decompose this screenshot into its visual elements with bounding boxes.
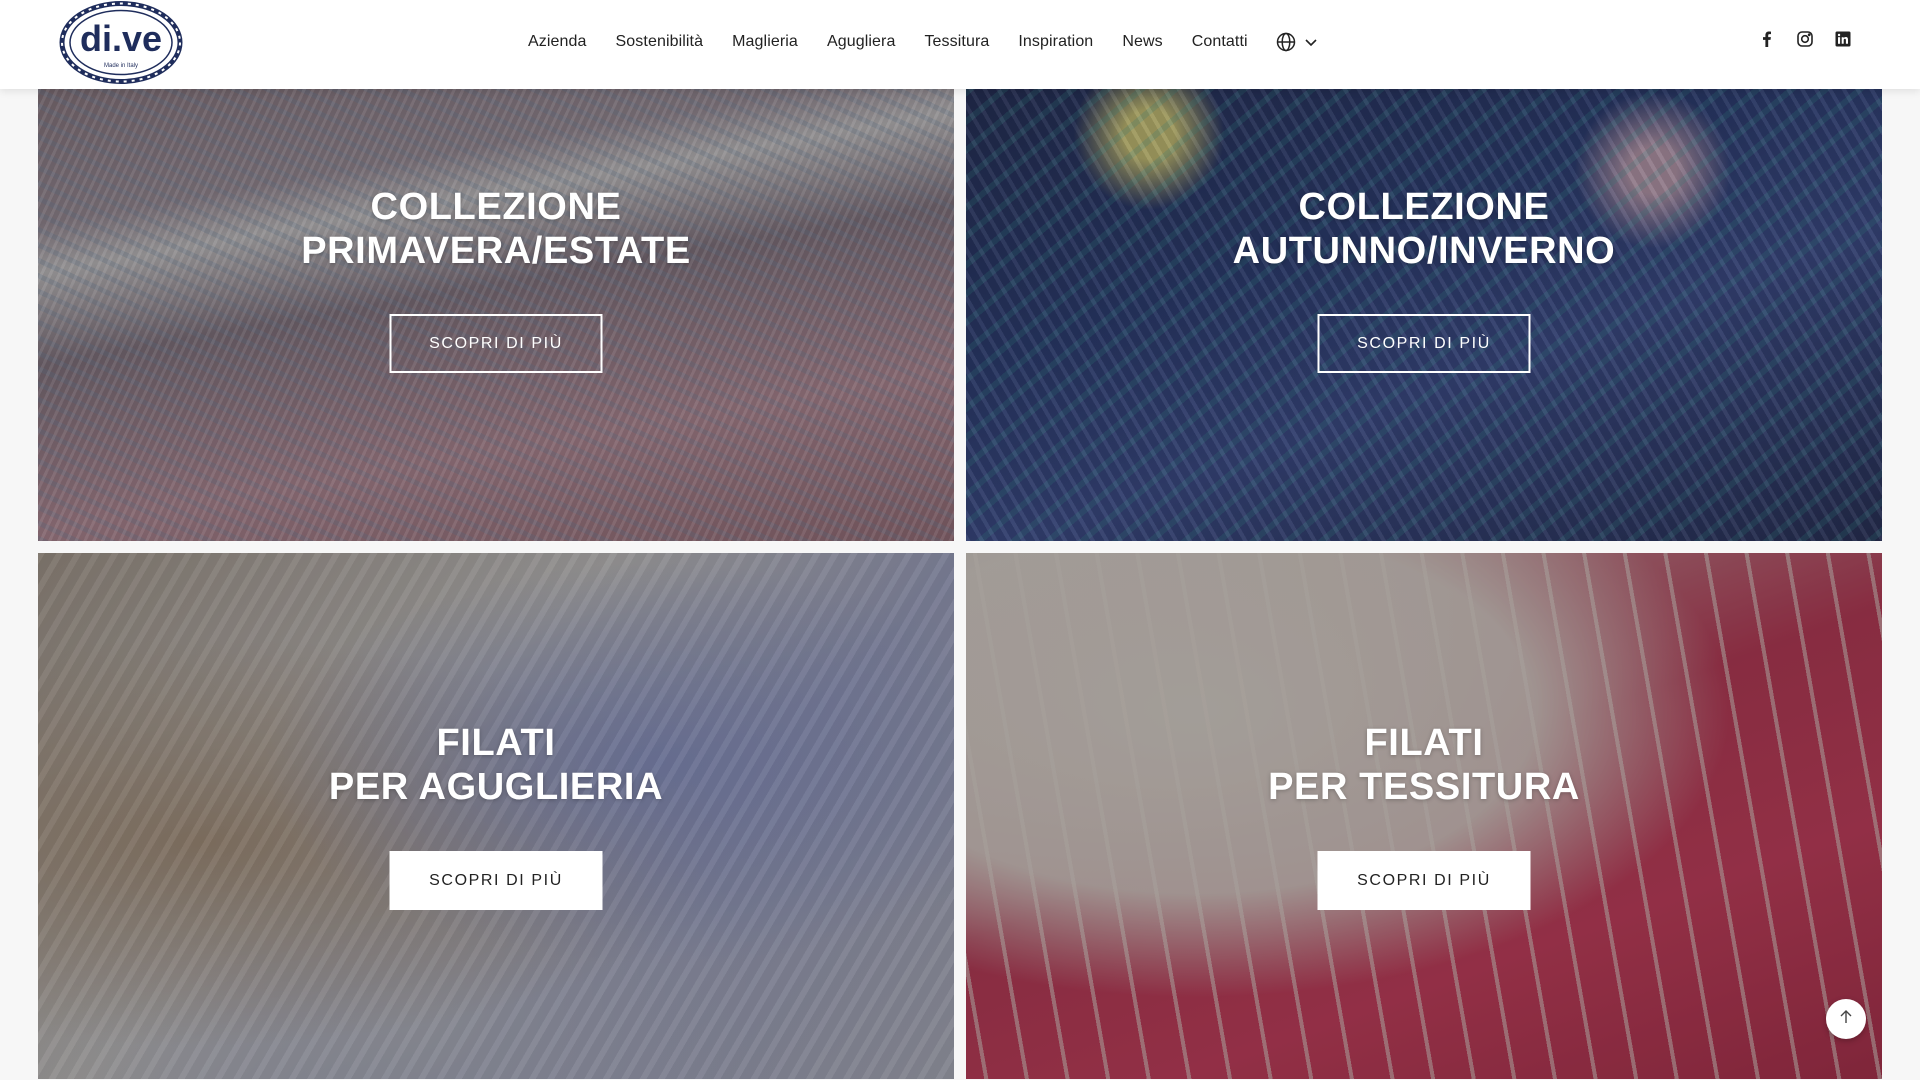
scopri-button-primavera-estate[interactable]: SCOPRI DI PIÙ [389, 314, 603, 373]
language-selector[interactable] [1276, 32, 1318, 52]
tile-title: FILATI PER TESSITURA [1268, 722, 1580, 808]
main-nav: Azienda Sostenibilità Maglieria Aguglier… [528, 28, 1318, 56]
social-links [1758, 30, 1852, 48]
nav-item-agugliera[interactable]: Agugliera [827, 33, 896, 51]
tile-title: COLLEZIONE PRIMAVERA/ESTATE [301, 186, 691, 272]
logo-text: di.ve [80, 18, 162, 59]
nav-item-sostenibilita[interactable]: Sostenibilità [616, 33, 704, 51]
logo-tagline: Made in Italy [104, 63, 138, 69]
tile-title: FILATI PER AGUGLIERIA [328, 722, 664, 808]
globe-icon [1276, 32, 1296, 52]
back-to-top-button[interactable] [1826, 999, 1866, 1039]
arrow-up-icon [1838, 1009, 1854, 1030]
nav-item-maglieria[interactable]: Maglieria [732, 33, 798, 51]
tile-title: COLLEZIONE AUTUNNO/INVERNO [1232, 186, 1616, 272]
instagram-icon[interactable] [1796, 30, 1814, 48]
nav-item-azienda[interactable]: Azienda [528, 33, 587, 51]
nav-item-contatti[interactable]: Contatti [1192, 33, 1248, 51]
nav-item-news[interactable]: News [1122, 33, 1162, 51]
tile-primavera-estate: COLLEZIONE PRIMAVERA/ESTATE SCOPRI DI PI… [38, 89, 954, 541]
tile-filati-agugliera: FILATI PER AGUGLIERIA SCOPRI DI PIÙ [38, 553, 954, 1079]
nav-item-inspiration[interactable]: Inspiration [1018, 33, 1093, 51]
chevron-down-icon [1304, 37, 1318, 47]
dive-logo[interactable]: di.ve Made in Italy [59, 1, 183, 84]
site-header: di.ve Made in Italy Azienda Sostenibilit… [0, 0, 1920, 89]
tile-filati-tessitura: FILATI PER TESSITURA SCOPRI DI PIÙ [966, 553, 1882, 1079]
scopri-button-autunno-inverno[interactable]: SCOPRI DI PIÙ [1317, 314, 1531, 373]
linkedin-icon[interactable] [1834, 30, 1852, 48]
facebook-icon[interactable] [1758, 30, 1776, 48]
scopri-button-tessitura[interactable]: SCOPRI DI PIÙ [1317, 851, 1531, 910]
nav-item-tessitura[interactable]: Tessitura [924, 33, 989, 51]
scopri-button-agugliera[interactable]: SCOPRI DI PIÙ [389, 851, 603, 910]
tile-autunno-inverno: COLLEZIONE AUTUNNO/INVERNO SCOPRI DI PIÙ [966, 89, 1882, 541]
